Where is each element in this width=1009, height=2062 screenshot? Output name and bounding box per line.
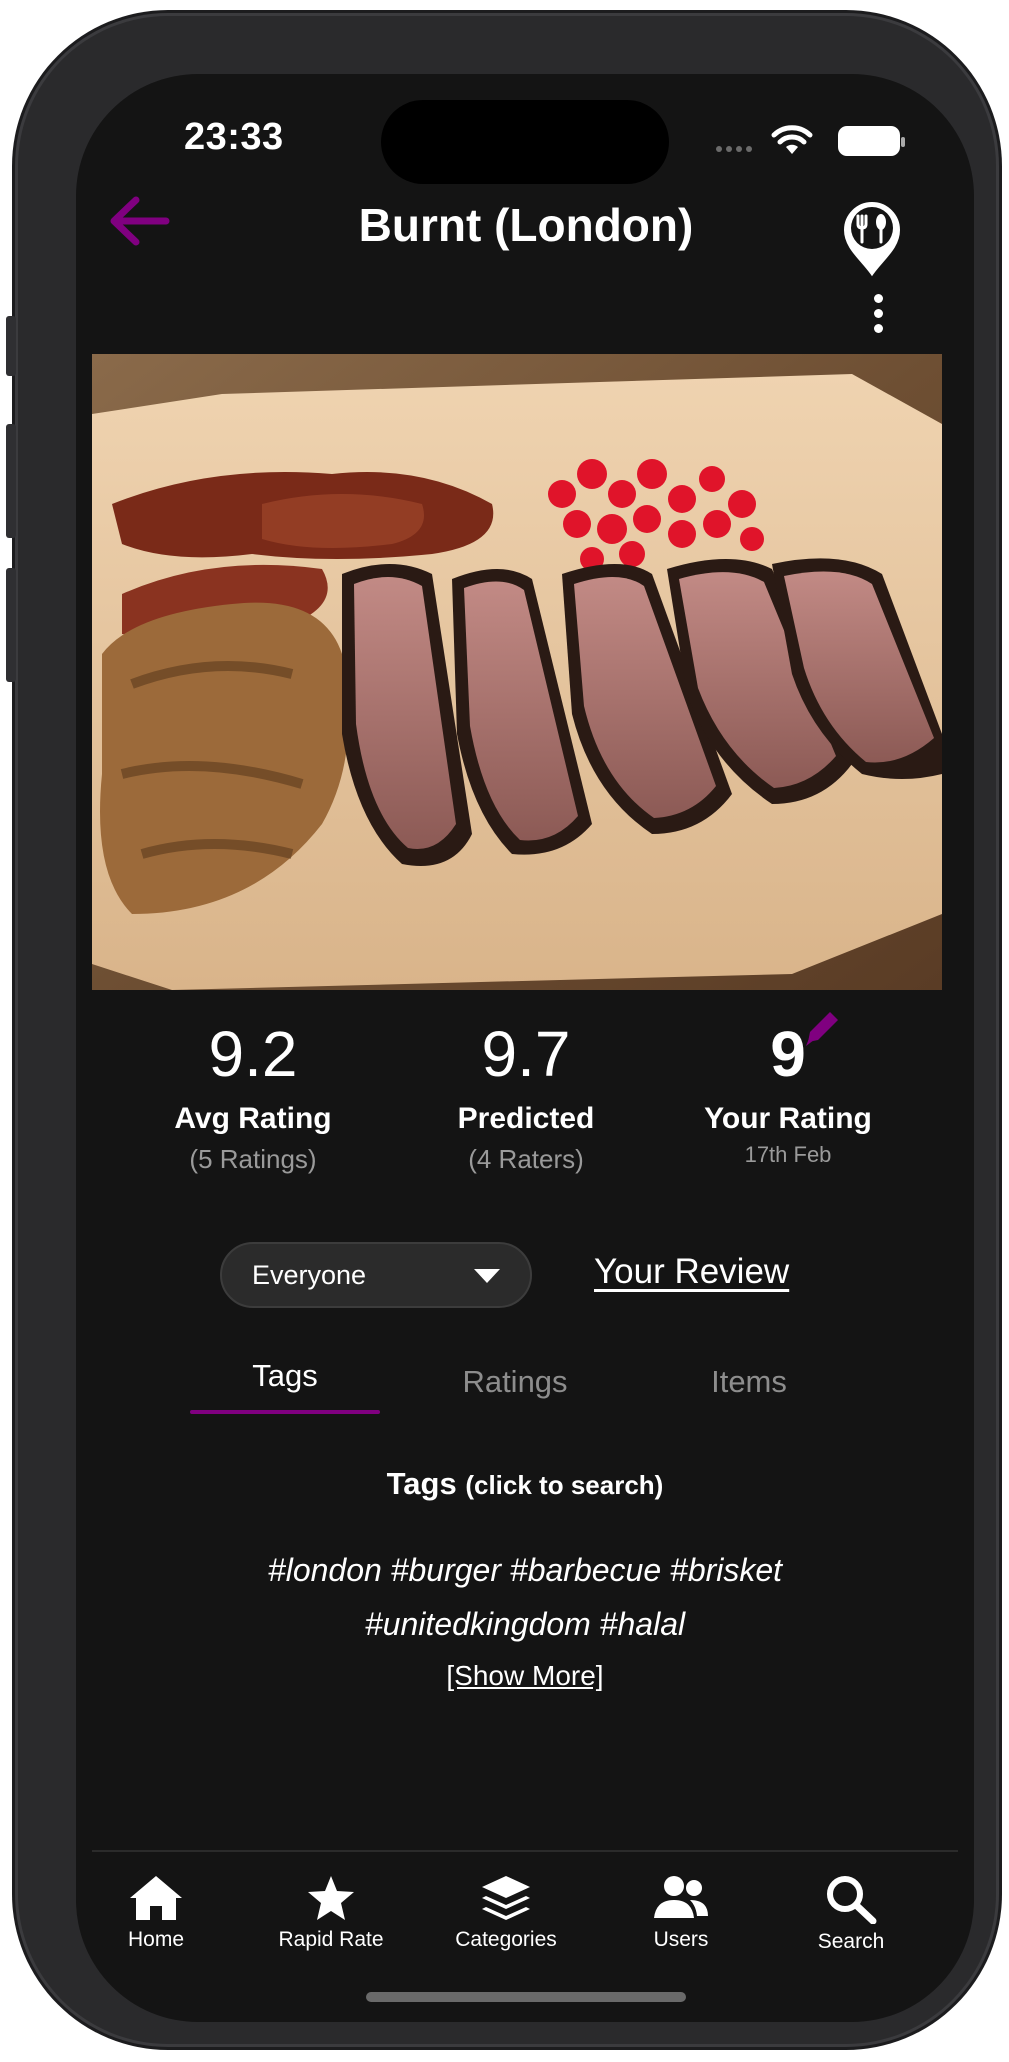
nav-divider (92, 1850, 958, 1852)
phone-frame: 23:33 Burnt (London) 9.2 Avg Rating (5 R… (6, 16, 996, 2044)
search-icon (827, 1876, 877, 1924)
nav-home[interactable]: Home (76, 1874, 241, 1952)
home-icon (130, 1876, 182, 1920)
tags-heading: Tags (click to search) (76, 1466, 974, 1502)
tag-link[interactable]: #barbecue (510, 1552, 661, 1588)
your-rating-value: 9 (770, 1018, 806, 1090)
predicted-rating-label: Predicted (457, 1102, 595, 1135)
tag-link[interactable]: #halal (600, 1606, 685, 1642)
tag-link[interactable]: #brisket (670, 1552, 782, 1588)
caret-down-icon (474, 1269, 500, 1283)
page-title: Burnt (London) (358, 199, 694, 251)
your-rating-label: Your Rating (704, 1102, 872, 1135)
tags-heading-title: Tags (386, 1466, 457, 1501)
volume-down-button (6, 568, 16, 682)
app-screen: 23:33 Burnt (London) 9.2 Avg Rating (5 R… (76, 74, 974, 2022)
tab-items[interactable]: Items (654, 1364, 844, 1400)
nav-home-label: Home (127, 1928, 185, 1951)
users-icon (654, 1876, 708, 1918)
tab-ratings[interactable]: Ratings (420, 1364, 610, 1400)
volume-up-button (6, 424, 16, 538)
audience-dropdown[interactable]: Everyone (220, 1242, 532, 1308)
your-rating-date: 17th Feb (744, 1142, 832, 1167)
nav-users[interactable]: Users (596, 1874, 766, 1952)
home-indicator (366, 1992, 686, 2002)
tags-heading-hint: (click to search) (465, 1470, 664, 1500)
nav-categories[interactable]: Categories (421, 1874, 591, 1952)
avg-rating-count: (5 Ratings) (189, 1144, 317, 1174)
nav-search[interactable]: Search (766, 1874, 936, 1954)
status-time: 23:33 (184, 116, 284, 158)
nav-rapid-rate-label: Rapid Rate (278, 1928, 384, 1951)
avg-rating: 9.2 Avg Rating (5 Ratings) (133, 1018, 373, 1175)
action-button (6, 316, 16, 376)
nav-users-label: Users (653, 1928, 709, 1951)
tag-link[interactable]: #burger (391, 1552, 501, 1588)
tab-tags[interactable]: Tags (190, 1358, 380, 1394)
more-options-icon[interactable] (874, 294, 883, 339)
signal-dots-icon (716, 146, 752, 152)
nav-rapid-rate[interactable]: Rapid Rate (246, 1874, 416, 1952)
your-rating: 9 Your Rating 17th Feb (668, 1018, 908, 1168)
predicted-rater-count: (4 Raters) (468, 1144, 584, 1174)
avg-rating-value: 9.2 (208, 1018, 298, 1090)
tag-link[interactable]: #london (268, 1552, 382, 1588)
avg-rating-label: Avg Rating (174, 1102, 332, 1135)
nav-categories-label: Categories (455, 1928, 557, 1951)
edit-pencil-icon[interactable] (800, 1006, 844, 1050)
dynamic-island (381, 100, 669, 184)
predicted-rating: 9.7 Predicted (4 Raters) (406, 1018, 646, 1175)
map-pin-icon[interactable] (840, 198, 904, 280)
audience-dropdown-value: Everyone (252, 1259, 367, 1290)
back-arrow-icon[interactable] (106, 194, 170, 248)
battery-icon (838, 126, 905, 156)
star-icon (308, 1876, 354, 1920)
wifi-icon (771, 125, 813, 154)
tag-link[interactable]: #unitedkingdom (365, 1606, 591, 1642)
food-photo (92, 354, 942, 990)
layers-icon (482, 1876, 530, 1920)
predicted-rating-value: 9.7 (481, 1018, 571, 1090)
your-review-link[interactable]: Your Review (594, 1252, 789, 1292)
tags-line-1: #london #burger #barbecue #brisket (76, 1552, 974, 1589)
active-tab-indicator (190, 1410, 380, 1414)
show-more-link[interactable]: [Show More] (76, 1660, 974, 1692)
tags-line-2: #unitedkingdom #halal (76, 1606, 974, 1643)
nav-search-label: Search (817, 1930, 885, 1953)
